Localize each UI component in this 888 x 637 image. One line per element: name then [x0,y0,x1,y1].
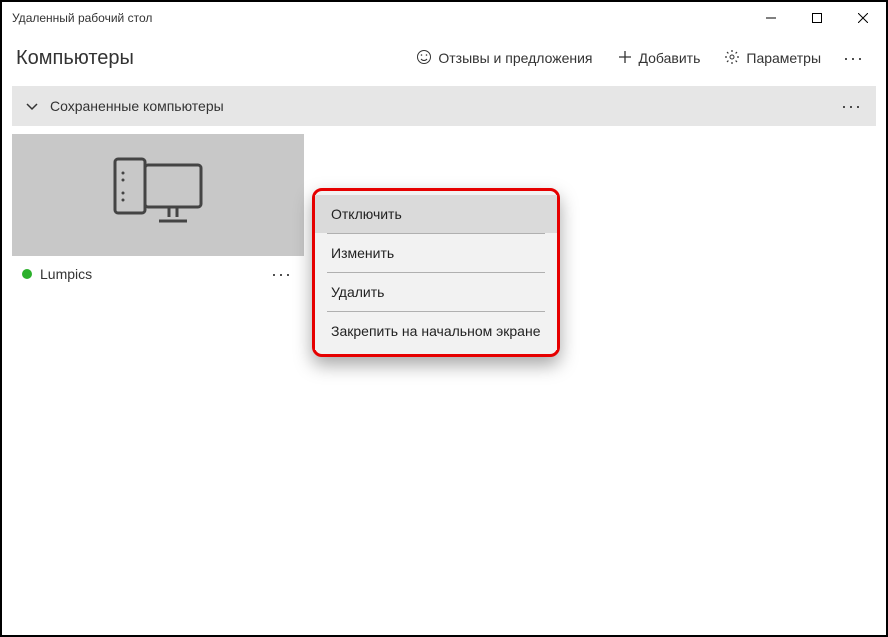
context-menu: Отключить Изменить Удалить Закрепить на … [312,188,560,357]
titlebar: Удаленный рабочий стол [2,2,886,34]
feedback-button[interactable]: Отзывы и предложения [406,43,602,74]
feedback-label: Отзывы и предложения [438,50,592,66]
minimize-button[interactable] [748,2,794,34]
menu-item-edit[interactable]: Изменить [315,234,557,272]
section-title: Сохраненные компьютеры [50,98,839,114]
gear-icon [724,49,740,68]
smile-icon [416,49,432,68]
chevron-down-icon [24,98,40,114]
status-indicator [22,269,32,279]
tile-thumbnail [12,134,304,256]
close-button[interactable] [840,2,886,34]
tile-name: Lumpics [40,266,261,282]
menu-item-delete[interactable]: Удалить [315,273,557,311]
plus-icon [617,49,633,68]
header-bar: Компьютеры Отзывы и предложения Добавить… [2,34,886,82]
titlebar-title: Удаленный рабочий стол [12,11,748,25]
section-header[interactable]: Сохраненные компьютеры ··· [12,86,876,126]
desktop-icon [103,153,213,238]
header-more-button[interactable]: ··· [835,42,872,75]
menu-item-disconnect[interactable]: Отключить [315,195,557,233]
tile-more-button[interactable]: ··· [269,262,294,287]
header-actions: Отзывы и предложения Добавить Параметры … [406,42,872,75]
section-more-button[interactable]: ··· [839,92,864,121]
window-controls [748,2,886,34]
add-label: Добавить [639,50,701,66]
app-window: Удаленный рабочий стол Компьютеры Отзывы… [2,2,886,635]
content-area: Lumpics ··· Отключить Изменить Удалить З… [2,130,886,635]
page-title: Компьютеры [16,47,406,70]
add-button[interactable]: Добавить [607,43,711,74]
maximize-button[interactable] [794,2,840,34]
tile-bar: Lumpics ··· [12,256,304,292]
settings-button[interactable]: Параметры [714,43,831,74]
settings-label: Параметры [746,50,821,66]
menu-item-pin[interactable]: Закрепить на начальном экране [315,312,557,350]
computer-tile[interactable]: Lumpics ··· [12,134,304,292]
